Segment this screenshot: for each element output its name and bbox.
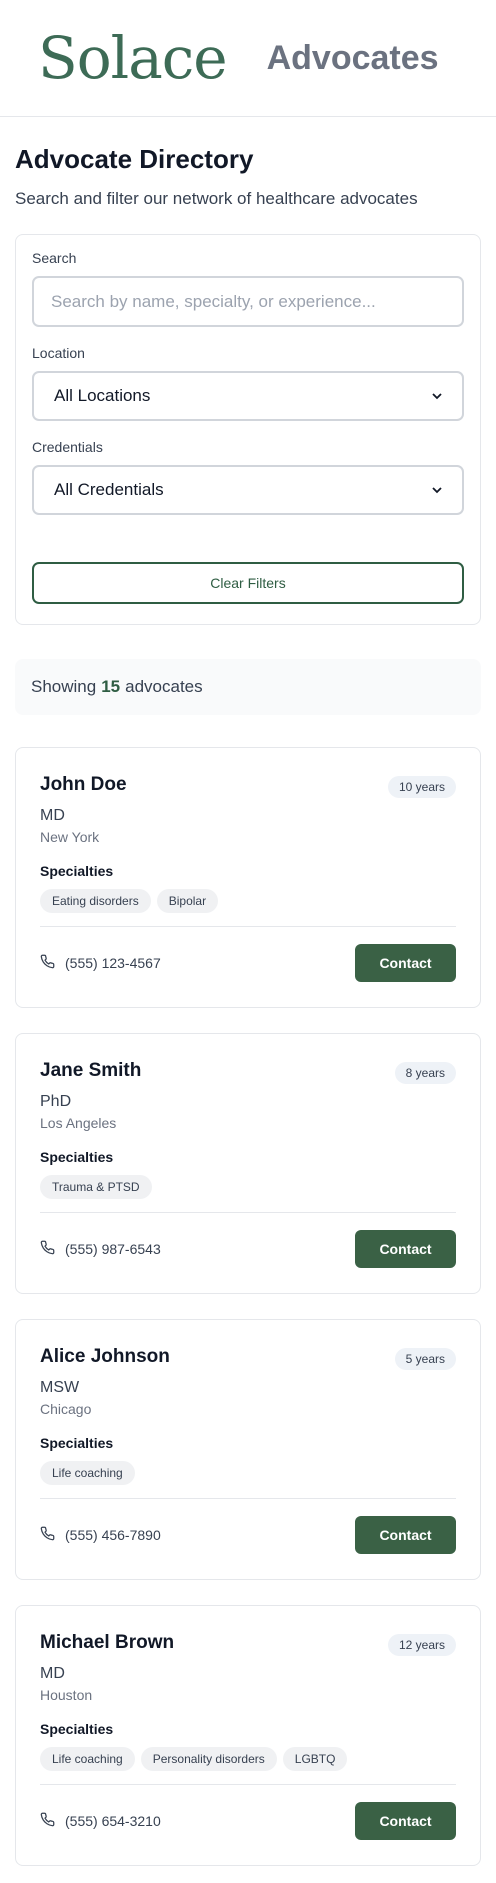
phone-icon bbox=[40, 954, 55, 972]
contact-button[interactable]: Contact bbox=[355, 1230, 456, 1268]
specialty-tag: Personality disorders bbox=[140, 1747, 277, 1771]
specialty-tags: Eating disorders Bipolar bbox=[40, 889, 456, 913]
specialty-tags: Life coaching Personality disorders LGBT… bbox=[40, 1747, 456, 1771]
chevron-down-icon bbox=[432, 485, 442, 495]
filter-panel: Search Location All Locations Credential… bbox=[15, 234, 481, 625]
advocate-location: Chicago bbox=[40, 1401, 92, 1417]
specialty-tag: Life coaching bbox=[40, 1747, 135, 1771]
contact-button[interactable]: Contact bbox=[355, 1802, 456, 1840]
specialty-tags: Life coaching bbox=[40, 1461, 456, 1485]
specialty-tag: Trauma & PTSD bbox=[40, 1175, 152, 1199]
solace-logo[interactable]: Solace bbox=[38, 29, 228, 87]
card-divider bbox=[40, 1498, 456, 1499]
page-subtitle: Search and filter our network of healthc… bbox=[15, 189, 418, 208]
experience-badge: 8 years bbox=[394, 1062, 456, 1084]
specialties-label: Specialties bbox=[40, 1721, 114, 1737]
advocate-card: John Doe 10 years MD New York Specialtie… bbox=[15, 747, 481, 1008]
specialty-tag: Life coaching bbox=[40, 1461, 135, 1485]
phone-number: (555) 456-7890 bbox=[65, 1527, 161, 1543]
credentials-select[interactable]: All Credentials bbox=[32, 465, 464, 515]
specialty-tags: Trauma & PTSD bbox=[40, 1175, 456, 1199]
search-input[interactable] bbox=[32, 276, 464, 327]
page-title: Advocate Directory bbox=[15, 144, 254, 174]
location-select-value: All Locations bbox=[54, 386, 151, 405]
experience-badge: 10 years bbox=[387, 776, 456, 798]
header-title: Advocates bbox=[266, 38, 439, 77]
results-count: 15 bbox=[101, 677, 121, 696]
advocate-credential: MD bbox=[40, 807, 65, 824]
location-label: Location bbox=[32, 345, 85, 361]
advocate-credential: MSW bbox=[40, 1379, 80, 1396]
results-prefix: Showing bbox=[31, 677, 97, 696]
credentials-label: Credentials bbox=[32, 439, 103, 455]
search-label: Search bbox=[32, 250, 77, 266]
advocate-phone: (555) 456-7890 bbox=[40, 1526, 161, 1544]
phone-icon bbox=[40, 1240, 55, 1258]
advocate-credential: PhD bbox=[40, 1093, 72, 1110]
advocate-location: Houston bbox=[40, 1687, 93, 1703]
specialties-label: Specialties bbox=[40, 1435, 114, 1451]
location-select[interactable]: All Locations bbox=[32, 371, 464, 421]
phone-icon bbox=[40, 1526, 55, 1544]
advocate-name: Michael Brown bbox=[40, 1632, 175, 1653]
results-suffix: advocates bbox=[125, 677, 203, 696]
phone-icon bbox=[40, 1812, 55, 1830]
card-divider bbox=[40, 926, 456, 927]
advocate-credential: MD bbox=[40, 1665, 65, 1682]
chevron-down-icon bbox=[432, 391, 442, 401]
experience-badge: 12 years bbox=[387, 1634, 456, 1656]
clear-filters-button[interactable]: Clear Filters bbox=[32, 562, 464, 604]
card-divider bbox=[40, 1784, 456, 1785]
advocate-card: Jane Smith 8 years PhD Los Angeles Speci… bbox=[15, 1033, 481, 1294]
specialties-label: Specialties bbox=[40, 1149, 114, 1165]
specialties-label: Specialties bbox=[40, 863, 114, 879]
credentials-select-value: All Credentials bbox=[54, 480, 164, 499]
specialty-tag: LGBTQ bbox=[282, 1747, 348, 1771]
phone-number: (555) 987-6543 bbox=[65, 1241, 161, 1257]
advocate-name: John Doe bbox=[40, 774, 127, 795]
phone-number: (555) 123-4567 bbox=[65, 955, 161, 971]
advocate-card: Michael Brown 12 years MD Houston Specia… bbox=[15, 1605, 481, 1866]
main-content: Advocate Directory Search and filter our… bbox=[0, 144, 496, 1866]
specialty-tag: Bipolar bbox=[156, 889, 219, 913]
advocate-card: Alice Johnson 5 years MSW Chicago Specia… bbox=[15, 1319, 481, 1580]
advocate-phone: (555) 987-6543 bbox=[40, 1240, 161, 1258]
advocate-phone: (555) 654-3210 bbox=[40, 1812, 161, 1830]
experience-badge: 5 years bbox=[394, 1348, 456, 1370]
card-divider bbox=[40, 1212, 456, 1213]
advocate-location: Los Angeles bbox=[40, 1115, 117, 1131]
specialty-tag: Eating disorders bbox=[40, 889, 151, 913]
contact-button[interactable]: Contact bbox=[355, 944, 456, 982]
advocate-name: Alice Johnson bbox=[40, 1346, 170, 1367]
advocate-name: Jane Smith bbox=[40, 1060, 142, 1081]
results-summary: Showing 15 advocates bbox=[15, 659, 481, 715]
advocate-phone: (555) 123-4567 bbox=[40, 954, 161, 972]
advocate-location: New York bbox=[40, 829, 100, 845]
phone-number: (555) 654-3210 bbox=[65, 1813, 161, 1829]
contact-button[interactable]: Contact bbox=[355, 1516, 456, 1554]
site-header: Solace Advocates bbox=[0, 0, 496, 117]
